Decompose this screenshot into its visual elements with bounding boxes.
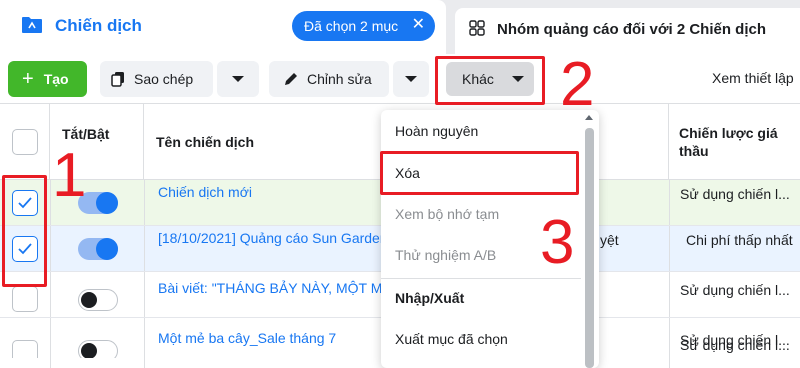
toggle-knob bbox=[81, 343, 97, 359]
highlight-checkboxes bbox=[2, 175, 47, 287]
chevron-down-icon bbox=[405, 76, 417, 82]
pencil-icon bbox=[285, 73, 297, 85]
annotation-step-3: 3 bbox=[540, 208, 575, 277]
create-label: Tạo bbox=[43, 71, 69, 87]
campaigns-tab-title: Chiến dịch bbox=[55, 16, 142, 35]
header-bid-strategy[interactable]: Chiến lược giá thầu bbox=[669, 104, 800, 180]
toggle-knob bbox=[81, 292, 97, 308]
cell-divider bbox=[669, 272, 670, 317]
copy-icon bbox=[111, 72, 124, 87]
cell-divider bbox=[144, 318, 145, 363]
menu-separator bbox=[381, 278, 581, 279]
plus-icon: + bbox=[22, 68, 34, 90]
edit-dropdown-button[interactable] bbox=[393, 61, 429, 97]
grid-icon bbox=[469, 20, 485, 36]
cell-divider bbox=[669, 358, 670, 368]
row-toggle[interactable] bbox=[78, 289, 118, 311]
cell-divider bbox=[50, 272, 51, 317]
tab-adsets[interactable]: Nhóm quảng cáo đối với 2 Chiến dịch bbox=[455, 8, 800, 54]
bid-strategy-value: Sử dụng chiến l... bbox=[680, 337, 790, 353]
selected-count-chip[interactable]: Đã chọn 2 mục ✕ bbox=[292, 11, 435, 41]
menu-item-ab-test: Thử nghiệm A/B bbox=[395, 247, 497, 263]
cell-divider bbox=[669, 180, 670, 225]
cell-divider bbox=[50, 180, 51, 225]
edit-button[interactable]: Chỉnh sửa bbox=[269, 61, 389, 97]
menu-item-revert[interactable]: Hoàn nguyên bbox=[395, 123, 478, 139]
menu-item-export-selected[interactable]: Xuất mục đã chọn bbox=[395, 331, 508, 347]
campaign-name-link[interactable]: Bài viết: "THÁNG BẢY NÀY, MỘT M bbox=[158, 280, 382, 296]
toggle-knob bbox=[96, 238, 118, 260]
bid-strategy-value: Chi phí thấp nhất bbox=[686, 232, 793, 248]
cell-divider bbox=[669, 226, 670, 271]
header-select-cell bbox=[0, 104, 50, 180]
cell-divider bbox=[50, 318, 51, 363]
cell-divider bbox=[144, 358, 145, 368]
chevron-down-icon bbox=[232, 76, 244, 82]
adsets-tab-title: Nhóm quảng cáo đối với 2 Chiến dịch bbox=[497, 21, 767, 38]
cell-divider bbox=[144, 226, 145, 271]
highlight-delete-item bbox=[380, 151, 579, 195]
annotation-step-2: 2 bbox=[560, 50, 595, 119]
cell-divider bbox=[144, 180, 145, 225]
status-text-fragment: yệt bbox=[600, 232, 619, 248]
campaign-name-link[interactable]: Một mẻ ba cây_Sale tháng 7 bbox=[158, 330, 336, 346]
selected-count-label: Đã chọn 2 mục bbox=[304, 18, 399, 34]
row-toggle[interactable] bbox=[78, 238, 118, 260]
highlight-more-button bbox=[435, 56, 545, 105]
row-checkbox[interactable] bbox=[12, 286, 38, 312]
toggle-knob bbox=[96, 192, 118, 214]
toolbar: + Tạo Sao chép Chỉnh sửa Khác Xem thiết … bbox=[0, 54, 800, 104]
tab-bar: Chiến dịch Đã chọn 2 mục ✕ Nhóm quảng cá… bbox=[0, 0, 800, 54]
annotation-step-1: 1 bbox=[52, 141, 87, 210]
cell-divider bbox=[50, 358, 51, 368]
copy-dropdown-button[interactable] bbox=[217, 61, 259, 97]
edit-label: Chỉnh sửa bbox=[307, 71, 372, 87]
menu-scrollbar[interactable] bbox=[585, 128, 594, 368]
campaign-name-link[interactable]: [18/10/2021] Quảng cáo Sun Garden bbox=[158, 230, 388, 246]
create-button[interactable]: + Tạo bbox=[8, 61, 87, 97]
cell-divider bbox=[669, 318, 670, 363]
menu-item-view-drafts: Xem bộ nhớ tạm bbox=[395, 206, 500, 222]
bid-strategy-value: Sử dụng chiến l... bbox=[680, 186, 790, 202]
close-icon[interactable]: ✕ bbox=[412, 17, 425, 33]
cell-divider bbox=[144, 272, 145, 317]
campaign-name-link[interactable]: Chiến dịch mới bbox=[158, 184, 252, 200]
copy-button[interactable]: Sao chép bbox=[100, 61, 213, 97]
folder-icon bbox=[22, 17, 42, 33]
copy-label: Sao chép bbox=[134, 71, 194, 87]
select-all-checkbox[interactable] bbox=[12, 129, 38, 155]
cell-divider bbox=[50, 226, 51, 271]
tab-campaigns[interactable]: Chiến dịch Đã chọn 2 mục ✕ bbox=[0, 0, 446, 54]
view-setup-link[interactable]: Xem thiết lập bbox=[712, 70, 794, 86]
bid-strategy-value: Sử dụng chiến l... bbox=[680, 282, 790, 298]
menu-section-import-export: Nhập/Xuất bbox=[395, 290, 465, 306]
